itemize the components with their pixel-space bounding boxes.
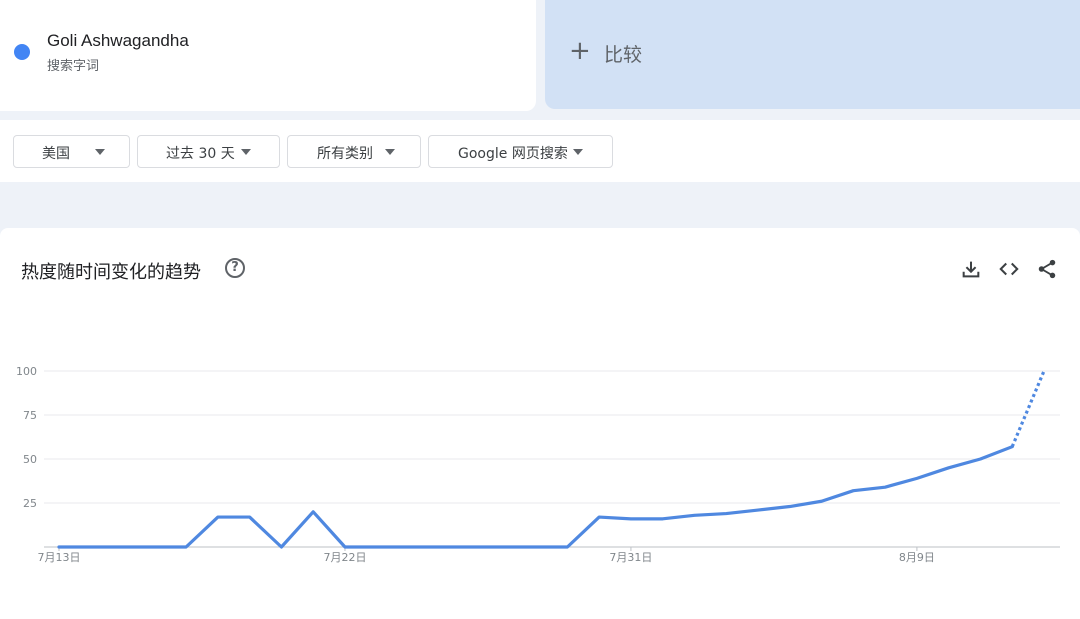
filter-bar: 美国 过去 30 天 所有类别 Google 网页搜索 bbox=[0, 120, 1080, 182]
trend-line-chart: 25 50 75 100 7月13日 7月22日 7月31日 8月9日 bbox=[16, 365, 1060, 564]
x-tick-label: 7月22日 bbox=[323, 551, 366, 564]
search-term-name[interactable]: Goli Ashwagandha bbox=[47, 31, 189, 51]
compare-label: 比较 bbox=[604, 44, 643, 66]
compare-button[interactable]: + 比较 bbox=[545, 0, 1080, 109]
y-tick-label: 75 bbox=[23, 409, 37, 422]
y-tick-label: 50 bbox=[23, 453, 37, 466]
time-range-filter-label: 过去 30 天 bbox=[166, 146, 235, 162]
category-filter-dropdown[interactable]: 所有类别 bbox=[287, 135, 421, 168]
category-filter-label: 所有类别 bbox=[317, 146, 373, 162]
search-term-card[interactable]: Goli Ashwagandha 搜索字词 bbox=[0, 0, 536, 111]
region-filter-label: 美国 bbox=[42, 146, 70, 162]
search-type-filter-label: Google 网页搜索 bbox=[458, 146, 568, 162]
plus-icon: + bbox=[569, 36, 591, 66]
region-filter-dropdown[interactable]: 美国 bbox=[13, 135, 130, 168]
time-range-filter-dropdown[interactable]: 过去 30 天 bbox=[137, 135, 280, 168]
x-tick-label: 7月13日 bbox=[38, 551, 81, 564]
caret-down-icon bbox=[241, 149, 251, 155]
caret-down-icon bbox=[385, 149, 395, 155]
search-type-filter-dropdown[interactable]: Google 网页搜索 bbox=[428, 135, 613, 168]
caret-down-icon bbox=[95, 149, 105, 155]
interest-over-time-card: 热度随时间变化的趋势 ? 25 50 75 100 7月13日 7月22日 7月31日 8月9… bbox=[0, 228, 1080, 619]
caret-down-icon bbox=[573, 149, 583, 155]
series-color-dot bbox=[14, 44, 30, 60]
y-tick-label: 100 bbox=[16, 365, 37, 378]
y-tick-label: 25 bbox=[23, 497, 37, 510]
search-term-type: 搜索字词 bbox=[47, 59, 100, 74]
series-partial-line bbox=[1010, 370, 1046, 448]
series-line bbox=[57, 445, 1014, 549]
x-tick-label: 8月9日 bbox=[899, 551, 935, 564]
x-tick-label: 7月31日 bbox=[609, 551, 652, 564]
